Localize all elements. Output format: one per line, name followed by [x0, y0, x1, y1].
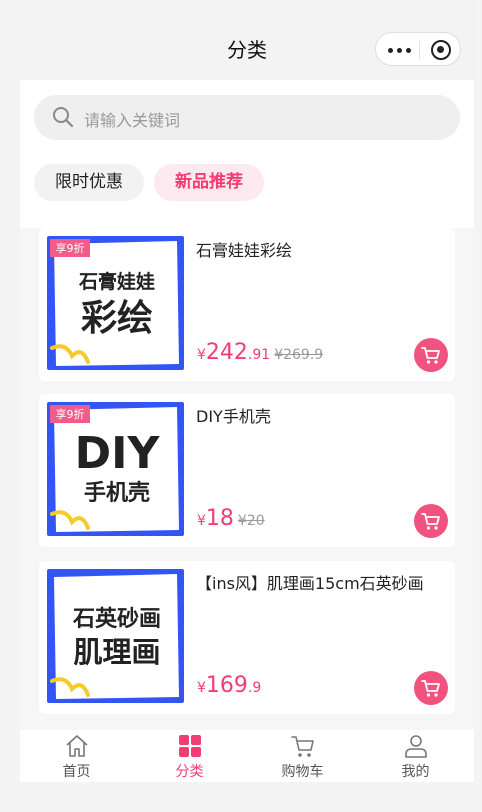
search-input[interactable]: 请输入关键词 — [84, 107, 180, 131]
mini-program-capsule — [375, 32, 461, 66]
product-thumbnail[interactable]: 石英砂画 肌理画 — [47, 569, 184, 703]
original-price: ¥20 — [237, 513, 265, 529]
product-card[interactable]: 享9折 石膏娃娃 彩绘 石膏娃娃彩绘 ¥242.91 ¥269.9 — [39, 228, 455, 381]
nav-profile[interactable]: 我的 — [359, 730, 472, 782]
cart-icon — [421, 513, 440, 530]
nav-label: 首页 — [62, 764, 91, 780]
thumb-line-2: 彩绘 — [81, 298, 153, 339]
user-icon — [405, 735, 427, 758]
product-name[interactable]: DIY手机壳 — [196, 403, 271, 427]
bottom-tab-bar: 首页 分类 购物车 我的 — [20, 730, 474, 782]
product-price: ¥18 ¥20 — [197, 506, 265, 531]
capsule-divider — [419, 41, 420, 59]
product-thumbnail[interactable]: 享9折 DIY 手机壳 — [47, 402, 184, 536]
tab-limited-offer[interactable]: 限时优惠 — [34, 164, 144, 201]
product-list: 享9折 石膏娃娃 彩绘 石膏娃娃彩绘 ¥242.91 ¥269.9 享9折 DI… — [20, 228, 474, 730]
more-icon[interactable] — [388, 38, 414, 60]
search-icon — [53, 107, 74, 128]
search-bar[interactable]: 请输入关键词 — [34, 95, 460, 140]
nav-cart[interactable]: 购物车 — [246, 730, 359, 782]
thumb-line-1: 石英砂画 — [72, 606, 161, 632]
nav-home[interactable]: 首页 — [20, 730, 133, 782]
thumb-line-1: 石膏娃娃 — [78, 270, 155, 293]
nav-label: 分类 — [175, 764, 204, 780]
add-to-cart-button[interactable] — [414, 504, 448, 538]
thumb-line-2: 手机壳 — [84, 481, 150, 506]
original-price: ¥269.9 — [274, 347, 324, 363]
nav-label: 我的 — [401, 764, 430, 780]
product-price: ¥169.9 — [197, 673, 262, 698]
product-card[interactable]: 石英砂画 肌理画 【ins风】肌理画15cm石英砂画 ¥169.9 — [39, 561, 455, 714]
thumb-line-1: DIY — [75, 428, 161, 479]
nav-category[interactable]: 分类 — [133, 730, 246, 782]
product-thumbnail[interactable]: 享9折 石膏娃娃 彩绘 — [47, 236, 184, 370]
add-to-cart-button[interactable] — [414, 338, 448, 372]
add-to-cart-button[interactable] — [414, 671, 448, 705]
cart-icon — [421, 347, 440, 364]
header: 分类 — [20, 0, 474, 80]
discount-badge: 享9折 — [56, 241, 85, 255]
thumb-line-2: 肌理画 — [73, 635, 160, 669]
main-content: 请输入关键词 限时优惠 新品推荐 享9折 石膏娃娃 彩绘 石膏娃娃彩绘 ¥242… — [20, 80, 474, 730]
product-name[interactable]: 石膏娃娃彩绘 — [196, 237, 292, 261]
cart-icon — [291, 736, 314, 757]
category-grid-icon — [179, 735, 201, 757]
product-card[interactable]: 享9折 DIY 手机壳 DIY手机壳 ¥18 ¥20 — [39, 394, 455, 547]
close-mini-program-icon[interactable] — [431, 40, 451, 60]
nav-label: 购物车 — [281, 764, 324, 780]
tab-new-arrivals[interactable]: 新品推荐 — [154, 164, 264, 201]
home-icon — [66, 735, 88, 757]
product-price: ¥242.91 ¥269.9 — [197, 340, 324, 365]
cart-icon — [421, 680, 440, 697]
discount-badge: 享9折 — [56, 407, 85, 421]
app-screen: 分类 请输入关键词 限时优惠 新品推荐 享9折 石膏娃娃 彩绘 石膏娃娃彩绘 ¥… — [20, 0, 474, 782]
product-name[interactable]: 【ins风】肌理画15cm石英砂画 — [196, 570, 424, 594]
